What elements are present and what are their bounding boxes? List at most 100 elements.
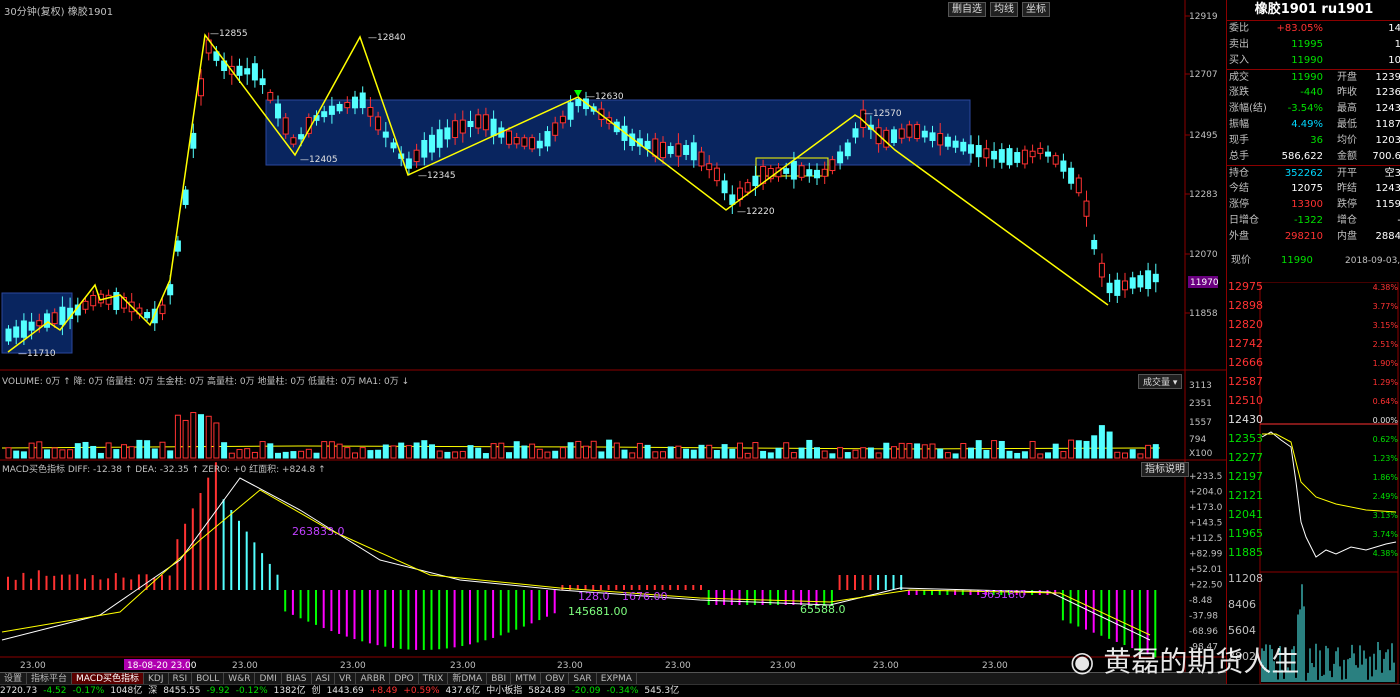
- candle-body: [1114, 279, 1121, 296]
- candle-body: [190, 132, 197, 149]
- candle-body: [1068, 167, 1075, 184]
- candle-body: [914, 124, 921, 139]
- volume-bar: [20, 451, 27, 459]
- candle-body: [1106, 282, 1113, 294]
- mini-left-label: 11208: [1228, 572, 1263, 585]
- current-price-label: 11970: [1190, 278, 1219, 288]
- candle-body: [367, 106, 374, 117]
- status-item: 5824.89: [528, 686, 566, 696]
- macd-axis-label: +173.0: [1189, 503, 1223, 513]
- ma-toggle-button[interactable]: 均线: [990, 2, 1018, 17]
- volume-indicator-dropdown[interactable]: 成交量 ▾: [1138, 374, 1183, 389]
- volume-bar: [159, 441, 166, 459]
- volume-bar: [806, 439, 813, 459]
- price-annotation: —12630: [586, 92, 624, 102]
- mini-left-label: 12898: [1228, 299, 1263, 312]
- macd-label: 65588.0: [800, 603, 846, 616]
- candle-body: [852, 128, 859, 138]
- candle-body: [698, 151, 705, 167]
- volume-bar: [305, 448, 312, 459]
- candle-body: [744, 182, 751, 193]
- quote-value: 4.49%: [1291, 119, 1323, 130]
- quote-value: 11995: [1291, 39, 1323, 50]
- quote-value: -3.54%: [1287, 103, 1323, 114]
- remove-watchlist-button[interactable]: 删自选: [948, 2, 986, 17]
- volume-bar: [775, 447, 782, 459]
- candle-body: [991, 150, 998, 160]
- volume-bar: [652, 451, 659, 459]
- candle-body: [159, 304, 166, 315]
- candle-body: [382, 131, 389, 138]
- volume-bar: [121, 444, 127, 459]
- kline-canvas[interactable]: —12855 —12840 —12405 —12345 —12630 —12220 —125…: [0, 0, 1226, 672]
- volume-bar: [706, 444, 713, 459]
- volume-bar: [36, 441, 43, 459]
- volume-bar: [375, 449, 382, 459]
- candle-body: [182, 189, 189, 205]
- volume-bar: [729, 448, 736, 459]
- intraday-minute-chart[interactable]: 12975 12898 12820 12742 12666 12587 12510 12430…: [1226, 282, 1400, 684]
- price-annotation: —12855: [210, 29, 248, 39]
- macd-axis-label: -37.98: [1189, 612, 1218, 622]
- price-axis-label: 12919: [1189, 12, 1218, 22]
- time-axis-label: 23.00: [450, 661, 476, 671]
- quote-row: 振幅 4.49% 最低 1187: [1227, 117, 1400, 133]
- candle-body: [891, 129, 897, 143]
- quote-label: 今结: [1229, 183, 1249, 194]
- volume-axis-label: 3113: [1189, 381, 1212, 391]
- quote-value: 298210: [1284, 231, 1323, 242]
- candle-body: [28, 321, 35, 331]
- candle-body: [251, 63, 258, 81]
- mini-right-label: 4.38%: [1373, 549, 1399, 558]
- candle-body: [82, 300, 89, 310]
- indicator-help-button[interactable]: 指标说明: [1141, 462, 1189, 477]
- candle-body: [814, 169, 820, 179]
- axis-button[interactable]: 坐标: [1022, 2, 1050, 17]
- quote-label: 增仓: [1337, 215, 1357, 226]
- candle-body: [405, 158, 412, 169]
- volume-bar: [752, 442, 759, 459]
- price-axis-label: 12283: [1189, 190, 1218, 200]
- volume-bar: [1129, 449, 1136, 459]
- quote-label: 涨停: [1229, 199, 1249, 210]
- volume-axis-label: 2351: [1189, 399, 1212, 409]
- volume-bar: [13, 450, 20, 459]
- volume-bar: [251, 451, 258, 459]
- volume-bar: [667, 446, 674, 459]
- mini-right-label: 1.23%: [1373, 454, 1399, 463]
- main-chart-panel[interactable]: —12855 —12840 —12405 —12345 —12630 —12220 —125…: [0, 0, 1226, 672]
- time-axis-label: 23.00: [340, 661, 366, 671]
- volume-bar: [914, 443, 921, 459]
- price-annotation: —12220: [737, 207, 775, 217]
- candle-body: [952, 140, 959, 148]
- quote-label: 最高: [1337, 103, 1357, 114]
- volume-bar: [113, 449, 120, 459]
- quote-label: 昨收: [1337, 87, 1357, 98]
- volume-bar: [1014, 452, 1021, 459]
- quote-row: 卖出 11995 1: [1227, 37, 1400, 53]
- quote-value: 空3: [1384, 168, 1400, 179]
- candle-body: [275, 103, 281, 119]
- quote-row: 现手 36 均价 1203: [1227, 133, 1400, 149]
- macd-label: 263833.0: [292, 525, 345, 538]
- candle-body: [1098, 262, 1105, 278]
- candle-body: [1006, 148, 1013, 166]
- quote-value: 12075: [1291, 183, 1323, 194]
- candle-body: [5, 328, 12, 342]
- mini-left-label: 12277: [1228, 451, 1263, 464]
- quote-value: +83.05%: [1276, 23, 1323, 34]
- volume-bar: [798, 447, 805, 459]
- volume-bar: [760, 450, 767, 459]
- candle-body: [1014, 152, 1021, 163]
- status-item: 中小板指: [486, 686, 523, 696]
- volume-bar: [852, 449, 859, 459]
- volume-bar: [721, 444, 728, 459]
- candle-body: [259, 78, 266, 86]
- quote-value: 1239: [1375, 72, 1400, 83]
- volume-bar: [205, 415, 212, 459]
- macd-label: 128.0: [578, 590, 610, 603]
- volume-bar: [336, 443, 343, 459]
- dropdown-label: 成交量: [1143, 378, 1171, 388]
- quote-row: 总手 586,622 金额 700.6: [1227, 149, 1400, 165]
- quote-label: 涨幅(结): [1229, 103, 1267, 114]
